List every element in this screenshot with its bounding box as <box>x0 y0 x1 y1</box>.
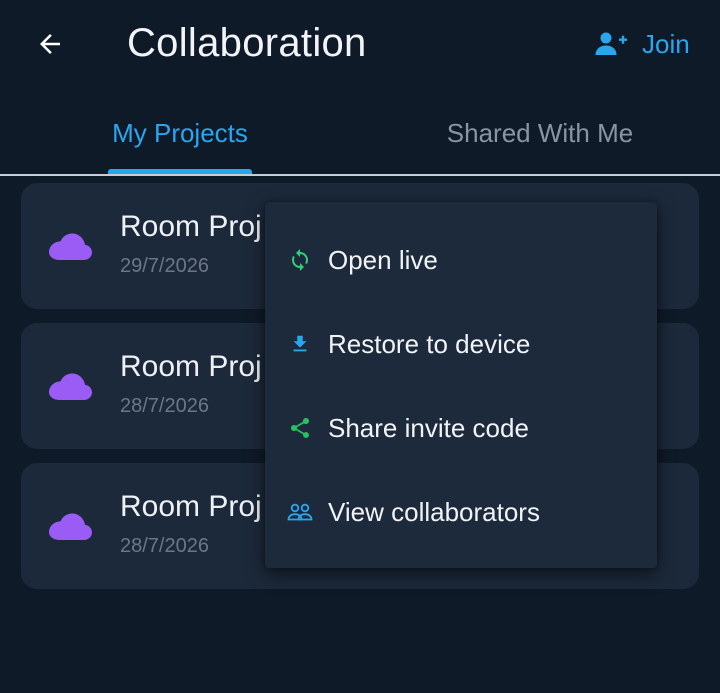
project-name: Room Proj <box>120 210 262 243</box>
share-icon <box>287 415 313 441</box>
join-label: Join <box>642 28 690 59</box>
menu-item-label: View collaborators <box>328 496 540 527</box>
tab-shared-with-me[interactable]: Shared With Me <box>360 92 720 174</box>
menu-item-view-collaborators[interactable]: View collaborators <box>265 470 657 554</box>
menu-item-label: Open live <box>328 244 438 275</box>
cloud-icon <box>49 513 92 540</box>
menu-item-restore-to-device[interactable]: Restore to device <box>265 302 657 386</box>
app-bar: Collaboration Join <box>0 0 720 88</box>
project-date: 28/7/2026 <box>120 395 209 417</box>
page-title: Collaboration <box>127 21 367 65</box>
context-menu: Open live Restore to device Share invite… <box>265 202 657 568</box>
cloud-icon <box>49 233 92 260</box>
back-button[interactable] <box>30 24 70 64</box>
arrow-back-icon <box>40 34 60 54</box>
project-name: Room Proj <box>120 350 262 383</box>
sync-icon <box>287 247 313 273</box>
tab-bar: My Projects Shared With Me <box>0 92 720 174</box>
tab-my-projects[interactable]: My Projects <box>0 92 360 174</box>
menu-item-share-invite-code[interactable]: Share invite code <box>265 386 657 470</box>
download-icon <box>287 331 313 357</box>
join-button[interactable]: Join <box>594 24 690 64</box>
cloud-icon <box>49 373 92 400</box>
tab-divider <box>0 174 720 176</box>
person-add-icon <box>595 32 627 55</box>
project-date: 28/7/2026 <box>120 535 209 557</box>
project-date: 29/7/2026 <box>120 255 209 277</box>
menu-item-label: Share invite code <box>328 412 529 443</box>
project-name: Room Proj <box>120 490 262 523</box>
group-icon <box>287 499 313 525</box>
menu-item-label: Restore to device <box>328 328 531 359</box>
menu-item-open-live[interactable]: Open live <box>265 218 657 302</box>
